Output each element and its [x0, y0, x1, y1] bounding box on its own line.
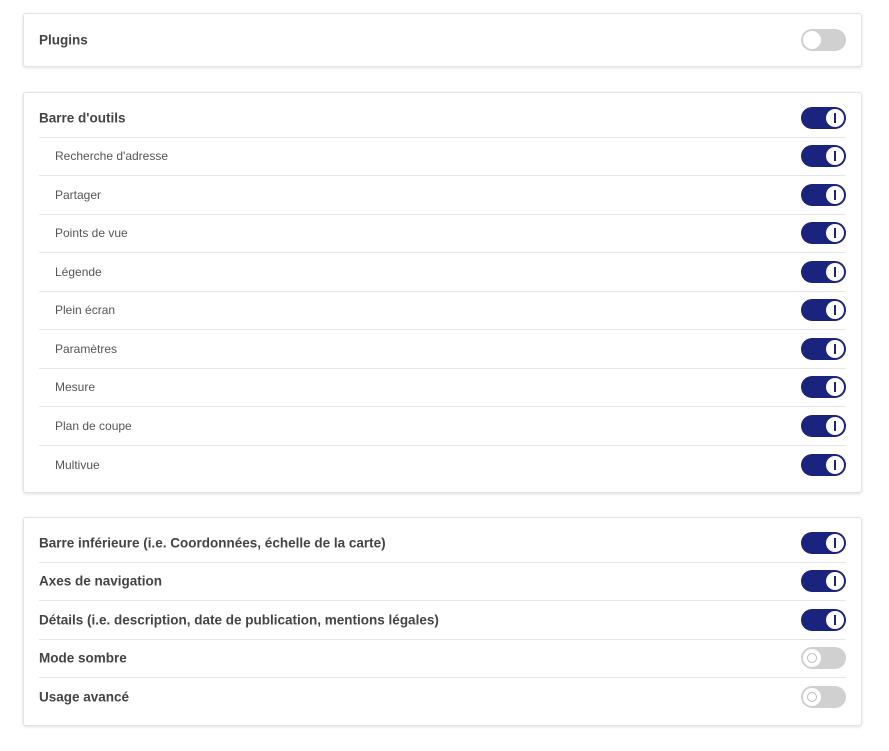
toggle-knob [826, 339, 844, 358]
toggle-knob [826, 108, 844, 127]
settings-toggle[interactable] [801, 337, 846, 360]
legend-toggle[interactable] [801, 260, 846, 283]
toggle-knob [826, 185, 844, 204]
advanced-usage-label: Usage avancé [39, 689, 130, 705]
address-search-toggle[interactable] [801, 145, 846, 168]
toolbar-item-address-search: Recherche d'adresse [39, 138, 846, 176]
plugins-card: Plugins [23, 13, 862, 67]
toggle-knob [826, 572, 844, 591]
toggle-knob [826, 147, 844, 166]
navigation-axes-row: Axes de navigation [39, 563, 846, 601]
dark-mode-toggle[interactable] [801, 647, 846, 670]
plugins-toggle[interactable] [801, 29, 846, 51]
navigation-axes-label: Axes de navigation [39, 573, 163, 589]
details-toggle[interactable] [801, 608, 846, 631]
toolbar-item-label: Plan de coupe [55, 418, 132, 433]
toggle-knob [803, 649, 821, 668]
toolbar-item-legend: Légende [39, 253, 846, 292]
toggle-knob [826, 455, 844, 474]
toolbar-card: Barre d'outils Recherche d'adresse Parta… [23, 92, 862, 493]
plugins-label: Plugins [39, 32, 88, 48]
toggle-knob [826, 610, 844, 629]
toggle-knob [826, 301, 844, 320]
other-settings-card: Barre inférieure (i.e. Coordonnées, éche… [23, 517, 862, 726]
toolbar-item-viewpoints: Points de vue [39, 215, 846, 253]
fullscreen-toggle[interactable] [801, 299, 846, 322]
navigation-axes-toggle[interactable] [801, 570, 846, 593]
bottom-bar-toggle[interactable] [801, 531, 846, 554]
viewpoints-toggle[interactable] [801, 222, 846, 245]
toggle-knob [826, 416, 844, 435]
toolbar-item-cutting-plane: Plan de coupe [39, 407, 846, 446]
toolbar-item-settings: Paramètres [39, 330, 846, 369]
toolbar-item-label: Plein écran [55, 303, 116, 318]
toolbar-item-label: Légende [55, 264, 102, 279]
dark-mode-label: Mode sombre [39, 650, 127, 666]
multiview-toggle[interactable] [801, 453, 846, 476]
dark-mode-row: Mode sombre [39, 640, 846, 678]
measure-toggle[interactable] [801, 376, 846, 399]
toolbar-item-label: Mesure [55, 380, 96, 395]
toggle-knob [803, 31, 821, 49]
toggle-knob [803, 688, 821, 707]
toolbar-label: Barre d'outils [39, 110, 126, 126]
toolbar-row: Barre d'outils [39, 99, 846, 138]
bottom-bar-row: Barre inférieure (i.e. Coordonnées, éche… [39, 524, 846, 563]
details-label: Détails (i.e. description, date de publi… [39, 612, 439, 628]
toolbar-item-label: Partager [55, 187, 102, 202]
toggle-knob [826, 378, 844, 397]
plugins-row: Plugins [39, 14, 846, 66]
toggle-knob [826, 224, 844, 243]
toggle-knob [826, 533, 844, 552]
toolbar-item-fullscreen: Plein écran [39, 292, 846, 330]
share-toggle[interactable] [801, 183, 846, 206]
toolbar-item-multiview: Multivue [39, 446, 846, 485]
toolbar-item-label: Multivue [55, 457, 100, 472]
advanced-usage-toggle[interactable] [801, 686, 846, 709]
details-row: Détails (i.e. description, date de publi… [39, 601, 846, 640]
cutting-plane-toggle[interactable] [801, 414, 846, 437]
advanced-usage-row: Usage avancé [39, 678, 846, 717]
toolbar-toggle[interactable] [801, 106, 846, 129]
toolbar-item-label: Paramètres [55, 341, 118, 356]
toolbar-item-measure: Mesure [39, 369, 846, 407]
toolbar-item-share: Partager [39, 176, 846, 215]
toolbar-item-label: Recherche d'adresse [55, 149, 169, 164]
toggle-knob [826, 262, 844, 281]
bottom-bar-label: Barre inférieure (i.e. Coordonnées, éche… [39, 535, 386, 551]
toolbar-item-label: Points de vue [55, 226, 128, 241]
